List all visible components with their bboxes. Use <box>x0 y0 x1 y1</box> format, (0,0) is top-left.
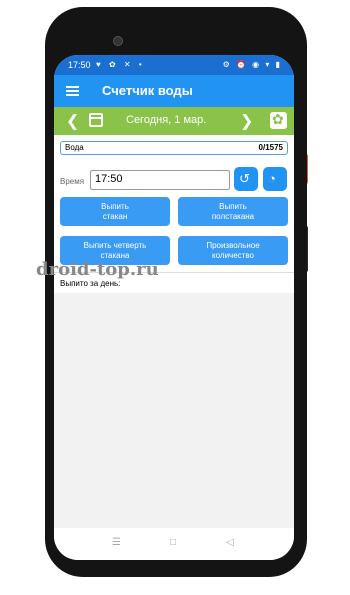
hamburger-icon[interactable] <box>66 86 79 96</box>
watermark: droid-top.ru <box>36 259 159 280</box>
drink-glass-button[interactable]: Выпить стакан <box>60 197 170 226</box>
gear-icon[interactable] <box>270 111 287 129</box>
system-icons: ⚙ ⏰ ◉ ▾ ▮ <box>222 60 282 69</box>
button-line: Выпить четверть <box>83 240 147 250</box>
date-bar: ❮ Сегодня, 1 мар. ❯ <box>54 107 294 135</box>
button-line: количество <box>212 250 254 260</box>
drink-half-glass-button[interactable]: Выпить полстакана <box>178 197 288 226</box>
progress-label: Вода <box>65 143 84 152</box>
calendar-icon[interactable] <box>89 113 103 127</box>
chevron-right-icon[interactable]: ❯ <box>240 111 253 131</box>
system-nav-bar: ☰ □ ◁ <box>54 528 294 560</box>
button-line: стакан <box>102 211 128 221</box>
progress-value: 0/1575 <box>258 143 283 152</box>
front-camera <box>113 36 123 46</box>
time-input[interactable]: 17:50 <box>90 170 230 190</box>
history-icon: ↺ <box>239 171 250 186</box>
app-bar: Счетчик воды <box>54 75 294 107</box>
pie-clock-icon: ◔ <box>268 171 276 186</box>
button-line: Произвольное <box>206 240 260 250</box>
back-icon[interactable]: ◁ <box>226 537 234 548</box>
home-icon[interactable]: □ <box>170 537 176 548</box>
custom-amount-button[interactable]: Произвольное количество <box>178 236 288 265</box>
status-bar: 17:50 ♥ ✿ ✕ • ⚙ ⏰ ◉ ▾ ▮ <box>54 55 294 75</box>
app-screen: 17:50 ♥ ✿ ✕ • ⚙ ⏰ ◉ ▾ ▮ Счетчик воды ❮ С… <box>54 55 294 560</box>
chevron-left-icon[interactable]: ❮ <box>66 111 79 131</box>
water-progress-bar: Вода 0/1575 <box>60 141 288 155</box>
drink-log-list <box>54 293 294 528</box>
time-label: Время <box>60 177 85 186</box>
app-title: Счетчик воды <box>102 83 193 98</box>
status-time: 17:50 <box>68 60 91 70</box>
clock-button[interactable]: ◔ <box>263 167 287 191</box>
drank-today-label: Выпито за день: <box>60 279 121 288</box>
button-line: Выпить <box>219 201 247 211</box>
button-line: Выпить <box>101 201 129 211</box>
notification-icons: ♥ ✿ ✕ • <box>96 60 145 69</box>
history-button[interactable]: ↺ <box>234 167 258 191</box>
recents-icon[interactable]: ☰ <box>112 537 121 548</box>
button-line: полстакана <box>211 211 255 221</box>
date-label[interactable]: Сегодня, 1 мар. <box>126 114 206 126</box>
